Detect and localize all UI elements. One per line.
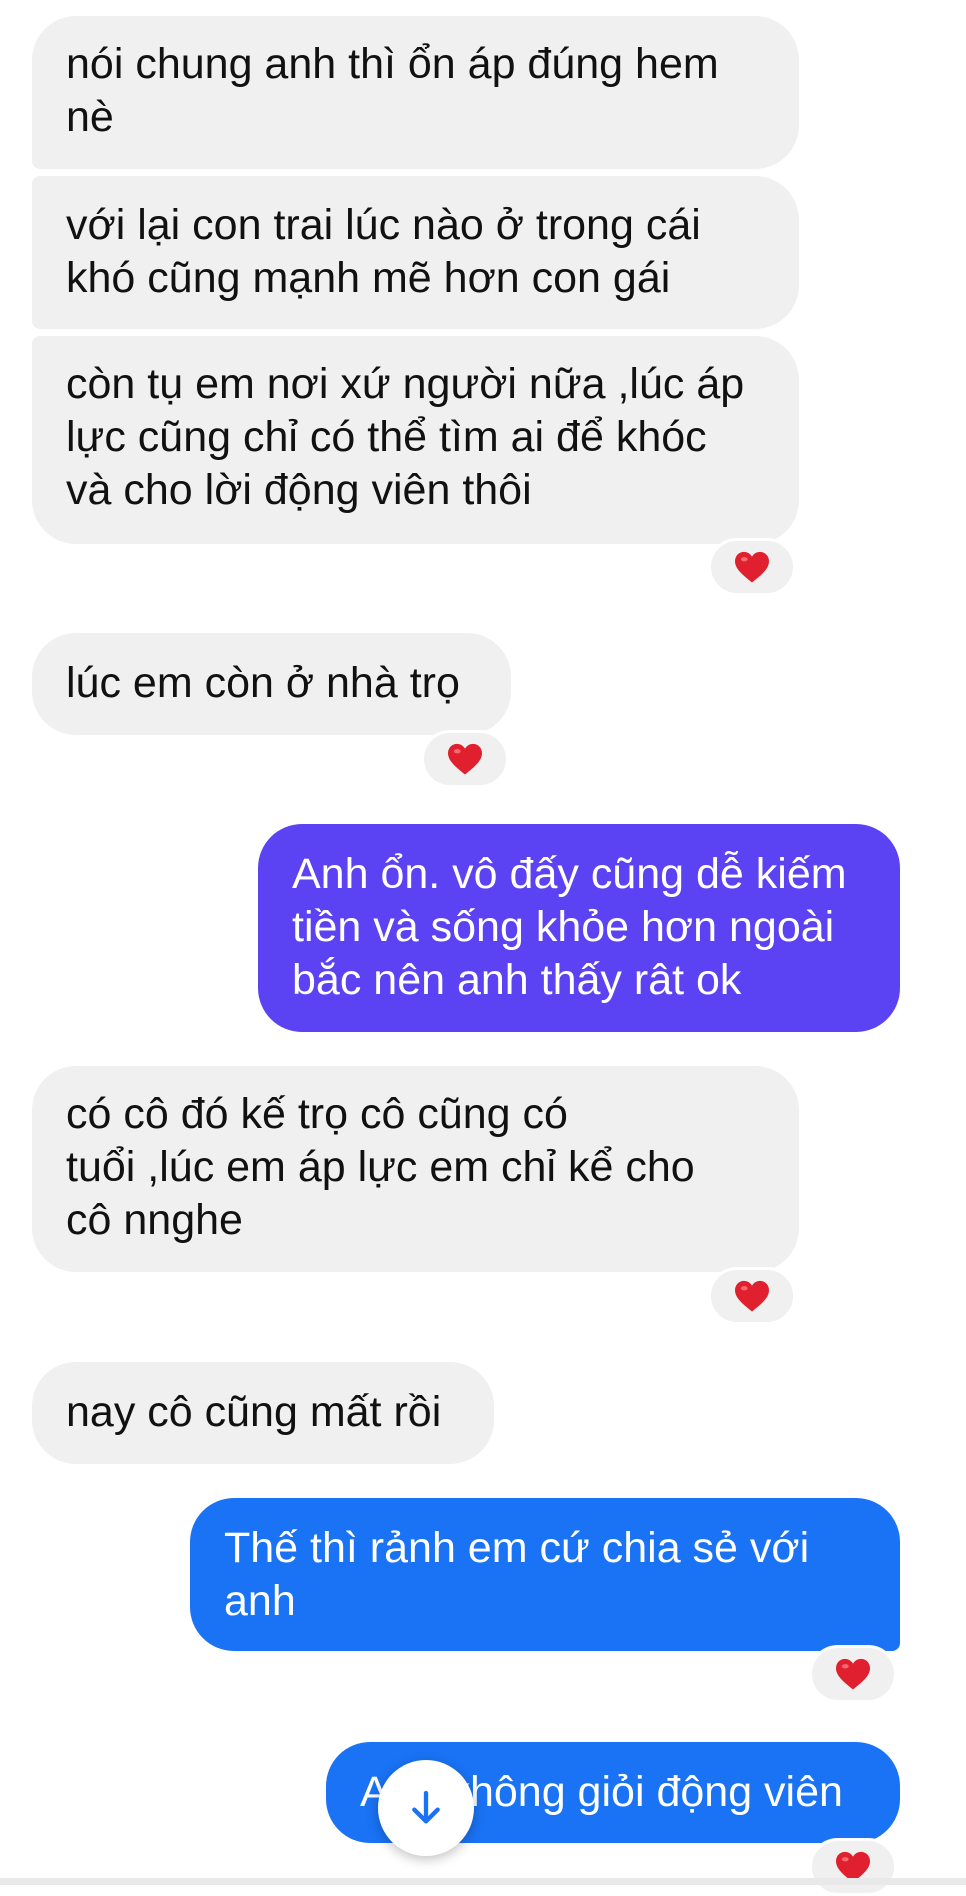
- message-bubble-incoming[interactable]: lúc em còn ở nhà trọ: [32, 633, 511, 735]
- message-bubble-incoming[interactable]: còn tụ em nơi xứ người nữa ,lúc áp lực c…: [32, 336, 799, 544]
- reaction-badge[interactable]: [421, 730, 509, 788]
- message-bubble-incoming[interactable]: với lại con trai lúc nào ở trong cái khó…: [32, 176, 799, 329]
- reaction-badge[interactable]: [708, 538, 796, 596]
- message-bubble-incoming[interactable]: có cô đó kế trọ cô cũng có tuổi ,lúc em …: [32, 1066, 799, 1272]
- arrow-down-icon: [412, 1790, 440, 1824]
- message-bubble-incoming[interactable]: nay cô cũng mất rồi: [32, 1362, 494, 1464]
- heart-icon: [735, 1280, 769, 1312]
- message-bubble-incoming[interactable]: nói chung anh thì ổn áp đúng hem nè: [32, 16, 799, 169]
- reaction-badge[interactable]: [809, 1838, 897, 1896]
- bottom-edge: [0, 1878, 966, 1885]
- reaction-badge[interactable]: [708, 1267, 796, 1325]
- heart-icon: [836, 1658, 870, 1690]
- message-bubble-outgoing[interactable]: Anh ổn. vô đấy cũng dễ kiếm tiền và sống…: [258, 824, 900, 1032]
- message-bubble-outgoing[interactable]: Thế thì rảnh em cứ chia sẻ với anh: [190, 1498, 900, 1651]
- reaction-badge[interactable]: [809, 1645, 897, 1703]
- scroll-to-bottom-button[interactable]: [378, 1760, 474, 1856]
- heart-icon: [448, 743, 482, 775]
- heart-icon: [735, 551, 769, 583]
